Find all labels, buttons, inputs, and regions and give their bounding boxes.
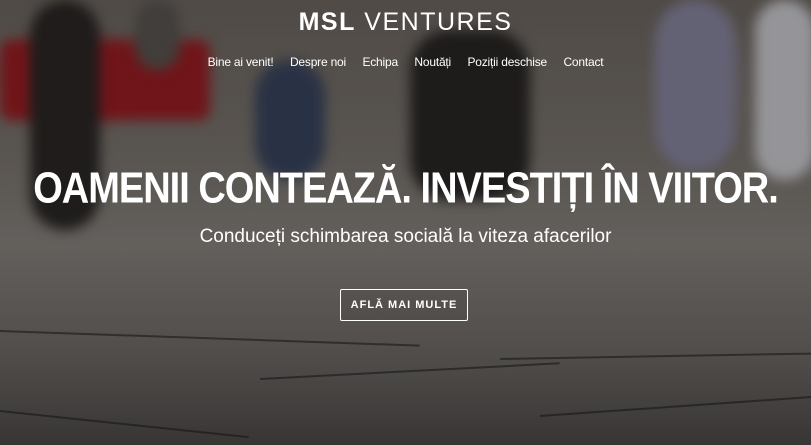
nav-item-news[interactable]: Noutăți <box>414 55 451 69</box>
nav-item-about[interactable]: Despre noi <box>290 55 346 69</box>
main-nav: Bine ai venit! Despre noi Echipa Noutăți… <box>0 53 811 71</box>
learn-more-button[interactable]: AFLĂ MAI MULTE <box>340 289 468 321</box>
nav-item-welcome[interactable]: Bine ai venit! <box>208 55 274 69</box>
nav-item-contact[interactable]: Contact <box>563 55 603 69</box>
nav-item-open-positions[interactable]: Poziții deschise <box>467 55 547 69</box>
logo-text: VENTURES <box>355 8 513 36</box>
site-logo[interactable]: MSL VENTURES <box>0 8 811 37</box>
hero-subtitle: Conduceți schimbarea socială la viteza a… <box>199 226 612 247</box>
hero-section: MSL VENTURES Bine ai venit! Despre noi E… <box>0 0 811 445</box>
nav-item-team[interactable]: Echipa <box>362 55 398 69</box>
hero-headline: OAMENII CONTEAZĂ. INVESTIȚI ÎN VIITOR. <box>33 164 779 214</box>
logo-bold-text: MSL <box>298 8 356 36</box>
